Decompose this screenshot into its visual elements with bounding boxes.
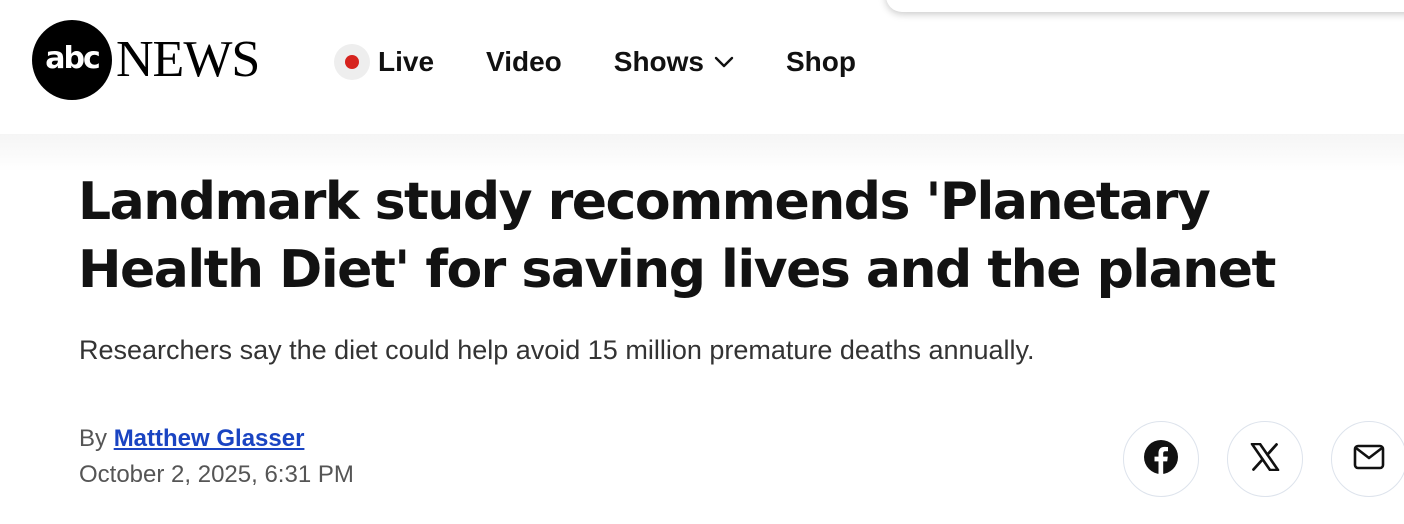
nav-video[interactable]: Video xyxy=(486,46,562,78)
author-link[interactable]: Matthew Glasser xyxy=(114,425,305,452)
nav-live-label: Live xyxy=(378,46,435,77)
facebook-icon xyxy=(1143,439,1179,480)
nav-shows[interactable]: Shows xyxy=(614,46,734,78)
live-indicator-icon xyxy=(334,44,370,80)
publish-date: October 2, 2025, 6:31 PM xyxy=(79,461,354,488)
header-shadow xyxy=(0,134,1404,172)
nav-live[interactable]: Live xyxy=(334,44,434,80)
share-email-button[interactable] xyxy=(1331,421,1404,497)
nav-video-label: Video xyxy=(486,46,562,77)
chevron-down-icon xyxy=(714,56,734,68)
nav-shop-label: Shop xyxy=(786,46,856,77)
nav-shop[interactable]: Shop xyxy=(786,46,856,78)
byline: By Matthew Glasser xyxy=(79,425,304,453)
logo-abc-text: abc xyxy=(45,40,100,76)
article-subheadline: Researchers say the diet could help avoi… xyxy=(79,335,1035,365)
byline-prefix: By xyxy=(79,425,114,452)
x-icon xyxy=(1250,442,1280,476)
nav-shows-label: Shows xyxy=(613,46,704,77)
share-x-button[interactable] xyxy=(1227,421,1303,497)
share-facebook-button[interactable] xyxy=(1123,421,1199,497)
main-nav: Live Video Shows Shop xyxy=(334,40,856,84)
article-headline: Landmark study recommends 'Planetary Hea… xyxy=(78,172,1276,300)
mail-icon xyxy=(1353,444,1385,475)
logo-circle: abc xyxy=(32,20,112,100)
logo-news-text: NEWS xyxy=(116,31,260,88)
overlay-popup-edge xyxy=(886,0,1404,12)
live-dot xyxy=(345,55,359,69)
